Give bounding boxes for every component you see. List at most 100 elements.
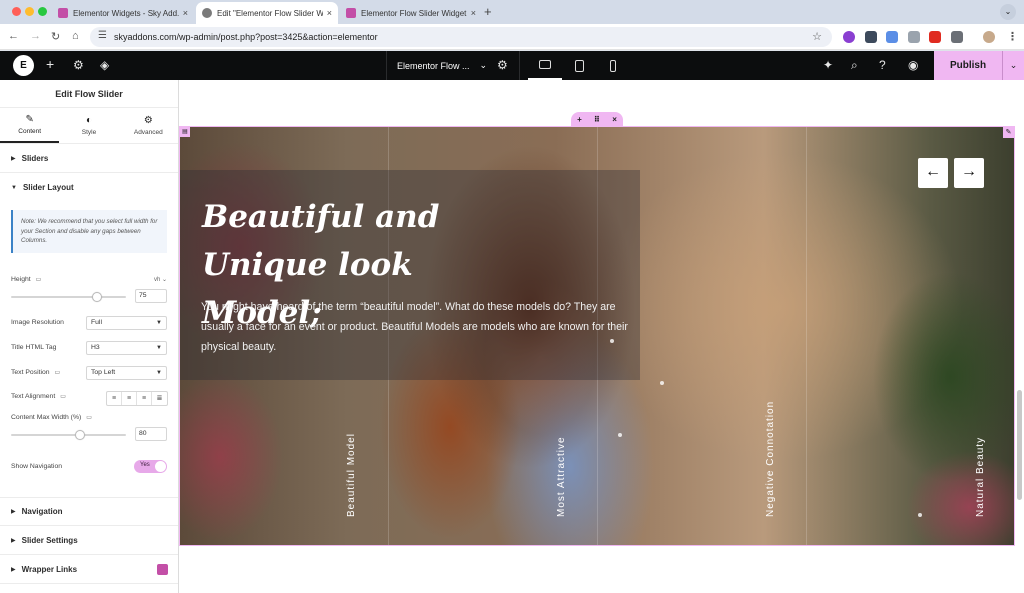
back-arrow-icon[interactable]: ← [8, 30, 19, 42]
mobile-view-button[interactable] [596, 51, 630, 80]
flow-slider-widget[interactable]: ▤ ✎ Beautiful and Unique look Model; You… [179, 126, 1015, 546]
close-tab-icon[interactable]: × [183, 8, 188, 18]
extension-translate-icon[interactable] [886, 31, 898, 43]
favicon-icon [346, 8, 356, 18]
height-slider-thumb[interactable] [92, 292, 102, 302]
editor-panel: Edit Flow Slider ✎ Content ◐ Style ⚙ Adv… [0, 80, 179, 593]
preview-eye-icon[interactable]: ◉ [908, 58, 918, 72]
show-navigation-control: Show Navigation Yes [11, 460, 167, 477]
monitor-icon[interactable]: ▭ [36, 276, 42, 283]
tab-content[interactable]: ✎ Content [0, 108, 60, 143]
content-max-width-slider-track[interactable] [11, 434, 126, 436]
close-tab-icon[interactable]: × [327, 8, 332, 18]
browser-tab-2[interactable]: Elementor Flow Slider Widget... × [340, 2, 482, 24]
canvas-scrollbar[interactable] [1017, 390, 1022, 500]
close-window-button[interactable] [12, 7, 21, 16]
drag-handle-icon[interactable]: ⠿ [594, 115, 600, 124]
extension-shield-icon[interactable] [865, 31, 877, 43]
slide-label[interactable]: Natural Beauty [975, 437, 986, 517]
structure-layers-icon[interactable]: ◈ [100, 58, 109, 72]
desktop-view-button[interactable] [528, 51, 562, 80]
slide-label[interactable]: Beautiful Model [346, 433, 357, 517]
url-field[interactable]: ☰ skyaddons.com/wp-admin/post.php?post=3… [90, 27, 832, 47]
sky-addons-logo-icon [157, 564, 168, 575]
browser-tab-1[interactable]: Edit "Elementor Flow Slider W... × [196, 2, 338, 24]
extension-color-icon[interactable] [843, 31, 855, 43]
browser-tab-bar: Elementor Widgets - Sky Add... × Edit "E… [0, 0, 1024, 24]
content-max-width-input[interactable]: 80 [135, 427, 167, 441]
title-html-tag-select[interactable]: H3 ▼ [86, 341, 167, 355]
monitor-icon[interactable]: ▭ [60, 393, 66, 400]
tab-search-chevron-icon[interactable]: ⌄ [1000, 4, 1016, 20]
add-section-icon[interactable]: + [577, 115, 582, 124]
extension-image-icon[interactable] [908, 31, 920, 43]
slide-label[interactable]: Negative Connotation [765, 401, 776, 517]
decor-dot [610, 339, 614, 343]
favicon-icon [58, 8, 68, 18]
prev-slide-button[interactable]: ← [918, 158, 948, 188]
text-position-select[interactable]: Top Left ▼ [86, 366, 167, 380]
content-max-width-slider-thumb[interactable] [75, 430, 85, 440]
chevron-down-icon: ⌄ [479, 60, 488, 70]
bookmark-star-icon[interactable]: ☆ [812, 30, 822, 43]
home-icon[interactable]: ⌂ [72, 30, 79, 42]
section-slider-layout[interactable]: ▼ Slider Layout [0, 173, 178, 202]
forward-arrow-icon[interactable]: → [30, 30, 41, 42]
publish-button[interactable]: Publish [934, 51, 1002, 80]
close-tab-icon[interactable]: × [471, 8, 476, 18]
section-label: Slider Settings [21, 535, 78, 545]
section-label: Navigation [21, 507, 63, 516]
minimize-window-button[interactable] [25, 7, 34, 16]
toggle-knob [155, 461, 166, 472]
delete-section-icon[interactable]: × [612, 115, 617, 124]
extension-puzzle-icon[interactable] [951, 31, 963, 43]
align-center-icon[interactable]: ≡ [122, 392, 137, 405]
tablet-view-button[interactable] [562, 51, 596, 80]
section-sliders[interactable]: ▶ Sliders [0, 144, 178, 173]
site-settings-sliders-icon[interactable]: ⚙ [73, 58, 84, 72]
site-info-icon[interactable]: ☰ [98, 30, 107, 41]
zoom-window-button[interactable] [38, 7, 47, 16]
page-settings-gear-icon[interactable]: ⚙ [497, 58, 508, 72]
search-icon[interactable]: ⌕ [851, 58, 858, 73]
align-right-icon[interactable]: ≡ [137, 392, 152, 405]
align-justify-icon[interactable]: ≣ [152, 392, 167, 405]
tab-advanced[interactable]: ⚙ Advanced [119, 108, 178, 143]
help-icon[interactable]: ? [879, 58, 886, 72]
tab-label: Content [18, 128, 42, 135]
reload-icon[interactable]: ↻ [51, 30, 60, 43]
section-slider-settings[interactable]: ▶ Slider Settings [0, 526, 178, 555]
add-element-icon[interactable]: + [46, 56, 54, 72]
extension-t-icon[interactable] [929, 31, 941, 43]
panel-tabs: ✎ Content ◐ Style ⚙ Advanced [0, 108, 178, 144]
edit-widget-pencil-icon[interactable]: ✎ [1003, 127, 1014, 138]
caret-right-icon: ▶ [11, 155, 16, 162]
tab-label: Advanced [133, 129, 163, 136]
desktop-icon [539, 60, 551, 69]
height-unit-select[interactable]: vh ⌄ [154, 276, 167, 283]
elementor-logo-icon[interactable]: E [13, 55, 34, 76]
show-navigation-toggle[interactable]: Yes [134, 460, 167, 473]
monitor-icon[interactable]: ▭ [86, 414, 92, 421]
pencil-icon: ✎ [25, 114, 34, 125]
slide-label[interactable]: Most Attractive [556, 436, 567, 517]
profile-avatar[interactable] [983, 31, 995, 43]
tab-title: Edit "Elementor Flow Slider W... [217, 8, 323, 18]
next-slide-button[interactable]: → [954, 158, 984, 188]
column-handle-icon[interactable]: ▤ [180, 127, 190, 137]
section-navigation[interactable]: ▶ Navigation [0, 497, 178, 526]
height-slider-track[interactable] [11, 296, 126, 298]
image-resolution-control: Image Resolution Full ▼ [11, 316, 167, 330]
publish-options-chevron-icon[interactable]: ⌄ [1002, 51, 1024, 80]
browser-tab-0[interactable]: Elementor Widgets - Sky Add... × [52, 2, 194, 24]
section-handle: + ⠿ × [571, 112, 623, 126]
tab-style[interactable]: ◐ Style [59, 108, 118, 143]
image-resolution-select[interactable]: Full ▼ [86, 316, 167, 330]
section-wrapper-links[interactable]: ▶ Wrapper Links [0, 555, 178, 584]
new-tab-button[interactable]: + [484, 4, 492, 19]
monitor-icon[interactable]: ▭ [55, 369, 61, 376]
height-input[interactable]: 75 [135, 289, 167, 303]
browser-menu-icon[interactable]: ⋮ [1007, 30, 1018, 43]
align-left-icon[interactable]: ≡ [107, 392, 122, 405]
notifications-icon[interactable]: ✦ [823, 58, 833, 72]
